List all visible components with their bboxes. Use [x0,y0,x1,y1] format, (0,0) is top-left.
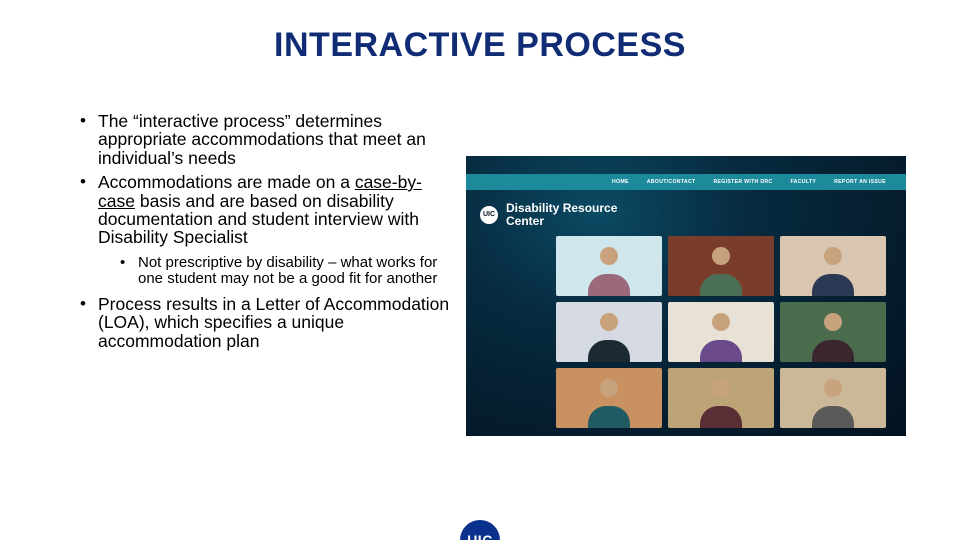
bullet-text: basis and are based on disability docume… [98,191,419,248]
person-tile [556,236,662,296]
embedded-screenshot: HOME ABOUT/CONTACT REGISTER WITH DRC FAC… [466,156,906,436]
person-tile [668,368,774,428]
nav-item: REPORT AN ISSUE [834,179,886,185]
brand-text: Disability Resource Center [506,202,617,227]
nav-item: FACULTY [790,179,816,185]
person-tile [668,236,774,296]
person-tile [556,302,662,362]
sub-bullet-item: Not prescriptive by disability – what wo… [120,255,450,287]
brand-block: UIC Disability Resource Center [480,202,617,227]
person-tile [668,302,774,362]
nav-item: REGISTER WITH DRC [713,179,772,185]
bullet-item: Accommodations are made on a case-by-cas… [80,173,450,287]
bullet-item: The “interactive process” determines app… [80,112,450,167]
bullet-content: The “interactive process” determines app… [80,112,450,356]
people-grid [556,236,886,428]
person-tile [780,368,886,428]
person-tile [556,368,662,428]
slide-title: INTERACTIVE PROCESS [0,26,960,65]
uic-logo-circle: UIC [460,520,500,540]
bullet-item: Process results in a Letter of Accommoda… [80,295,450,350]
uic-logo: UIC [460,520,500,540]
nav-bar: HOME ABOUT/CONTACT REGISTER WITH DRC FAC… [466,174,906,190]
bullet-text: Accommodations are made on a [98,172,355,192]
person-tile [780,302,886,362]
nav-item: ABOUT/CONTACT [647,179,696,185]
person-tile [780,236,886,296]
brand-badge: UIC [480,206,498,224]
nav-item: HOME [612,179,629,185]
